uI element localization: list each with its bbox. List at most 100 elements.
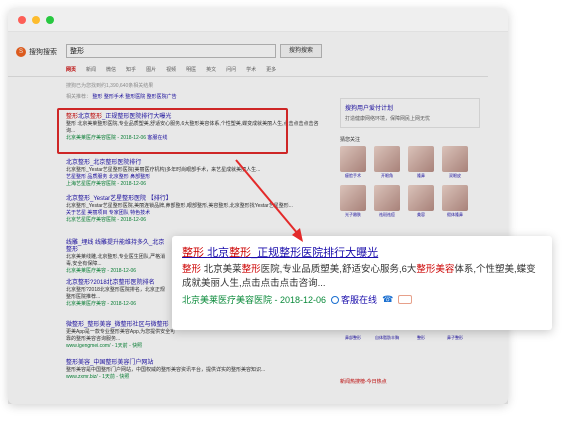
thumb-image [442,185,468,211]
result-count: 搜狗已为您找到约1,390,640条相关结果 [66,83,154,89]
desc-keyword: 整形 [241,264,261,275]
result-description: 整形 北京美莱整形医院,专业品质塑美,舒适安心服务,6大整形美容体系,个性塑美,… [66,121,319,134]
thumb-caption: 祛斑祛痘 [379,212,395,217]
thumb-item[interactable]: 假体隆鼻 [442,185,468,218]
thumb-caption[interactable]: 自体脂肪丰胸 [374,335,400,341]
thumb-image [442,146,468,172]
sidebar-promo-card[interactable]: 搜狗用户爱付计划 打造健康网络环境，保障网民上网无忧 [340,98,480,128]
desc-keyword: 整形 [182,264,202,275]
result-url: 北京美莱医疗美容 - 2018-12-06 [66,268,137,274]
result-description: 北京整形?2018北京整形医院排名，北京正规整形医院推荐... [66,287,165,300]
thumb-caption: 双眼皮 [449,173,461,178]
thumb-image [340,146,366,172]
thumb-caption: 瘦脸手术 [345,173,361,178]
service-online-link[interactable]: 客服在线 [331,293,377,306]
zoom-result-description: 整形 北京美莱整形医院,专业品质塑美,舒适安心服务,6大整形美容体系,个性塑美,… [182,263,542,291]
result-sublinks[interactable]: 关于艺星 美丽项目 专家团队 特色技术 [66,210,321,217]
result-url: 北京美莱医疗美容 - 2018-12-06 [66,301,137,307]
search-result: 整形美容_中国整形美容门户网站 整形美容是中国整形门户网站，中国权威的整形美容资… [66,360,321,381]
thumb-item[interactable]: 瘦脸手术 [340,146,366,179]
search-result: 北京整形_北京整形医院排行 北京整形_Yestar艺星整形医院(美丽医疗机构)多… [66,160,321,188]
phone-icon[interactable]: ☎ [382,294,393,305]
thumb-caption: 隆鼻 [417,173,425,178]
result-title-link[interactable]: 整形北京整形_正规整形医院排行大曝光 [66,114,321,121]
search-input[interactable]: 整形 [66,44,276,58]
tab-academic[interactable]: 学术 [246,66,256,73]
related-item[interactable]: 整形医院广告 [147,94,177,100]
zoom-url-row: 北京美莱医疗美容医院 - 2018-12-06 客服在线 ☎ [182,293,542,306]
thumb-item[interactable]: 祛斑祛痘 [374,185,400,218]
thumb-caption[interactable]: 鼻部整形 [340,335,366,341]
tab-video[interactable]: 视频 [166,66,176,73]
result-description: 北京整形_Yestar艺星整形医院(美丽医疗机构)多年时尚眼部手术，来艺星成就美… [66,167,261,173]
tab-zhihu[interactable]: 知乎 [126,66,136,73]
title-keyword: 整形 [90,114,103,120]
result-title-link[interactable]: 北京整形_北京整形医院排行 [66,160,321,167]
thumb-caption: 假体隆鼻 [447,212,463,217]
thumb-item[interactable]: 隆鼻 [408,146,434,179]
zoom-result-title-link[interactable]: 整形 北京整形_正规整形医院排行大曝光 [182,246,542,260]
thumb-item[interactable]: 美容 [408,185,434,218]
thumb-caption: 光子嫩肤 [345,212,361,217]
thumb-caption[interactable]: 整形 [408,335,434,341]
search-result: 北京整形_Yestar艺星整形医院 【排行】 北京整形_Yestar艺星整形医院… [66,196,321,224]
related-item[interactable]: 整形 [92,94,102,100]
tab-web[interactable]: 网页 [66,66,76,73]
zoomed-result-callout: 整形 北京整形_正规整形医院排行大曝光 整形 北京美莱整形医院,专业品质塑美,舒… [172,236,552,330]
result-title-link[interactable]: 北京整形_Yestar艺星整形医院 【排行】 [66,196,321,203]
thumb-item[interactable]: 双眼皮 [442,146,468,179]
tab-wenwen[interactable]: 问问 [226,66,236,73]
result-url: 上海艺星医疗美容医院 - 2018-12-06 [66,181,147,187]
thumb-caption[interactable]: 鼻子整形 [442,335,468,341]
result-sublinks[interactable]: 艺星整形 品质服务 北京整形 鼻部整形 [66,174,321,181]
title-keyword: 整形 [182,247,204,259]
ad-badge-icon [398,295,413,304]
tab-english[interactable]: 英文 [206,66,216,73]
related-item[interactable]: 整形医院 [125,94,145,100]
tab-news[interactable]: 新闻 [86,66,96,73]
thumb-item[interactable]: 开眼角 [374,146,400,179]
sidebar-section-title: 猜您关注 [340,137,361,143]
thumb-item[interactable]: 光子嫩肤 [340,185,366,218]
logo-text: 搜狗搜索 [29,49,57,56]
close-dot[interactable] [18,16,26,24]
minimize-dot[interactable] [32,16,40,24]
search-result-ad: 整形北京整形_正规整形医院排行大曝光 整形 北京美莱整形医院,专业品质塑美,舒适… [66,114,321,142]
sidebar-thumbs: 瘦脸手术 开眼角 隆鼻 双眼皮 光子嫩肤 祛斑祛痘 美容 假体隆鼻 [340,146,480,218]
result-url: www.zxmr.biz/ - 1天前 - 快照 [66,374,130,380]
thumb-image [408,146,434,172]
tab-divider [8,76,488,77]
browser-titlebar [8,8,508,32]
sogou-logo[interactable]: S 搜狗搜索 [16,47,57,57]
result-title-link[interactable]: 线雕_埋线 线雕提升能维持多久_北京整形 [66,240,166,254]
title-text: _正规整形医院排行大曝光 [102,114,172,120]
related-item[interactable]: 整形手术 [104,94,124,100]
result-title-link[interactable]: 北京整形?2018北京整形医院排名 [66,280,166,287]
result-title-link[interactable]: 微整形_整形美容_微整形社区与微整形 [66,322,176,329]
search-result: 微整形_整形美容_微整形社区与微整形 更美App是一款专业整形美容App,为您提… [66,322,176,350]
hot-news-title[interactable]: 新闻热搜榜-今日热点 [340,378,480,385]
tab-wechat[interactable]: 微信 [106,66,116,73]
result-description: 北京美莱线雕,北京整形,专业医生团队,严格消毒,安全有保障... [66,254,166,267]
tab-more[interactable]: 更多 [266,66,276,73]
promo-title: 搜狗用户爱付计划 [345,106,394,112]
maximize-dot[interactable] [46,16,54,24]
title-keyword: 整形 [229,247,252,259]
tab-images[interactable]: 图片 [146,66,156,73]
result-description: 更美App是一款专业整形美容App,为您提供安全可靠的整形美容咨询服务... [66,329,176,342]
search-button[interactable]: 搜狗搜索 [280,44,322,58]
thumb-image [374,146,400,172]
sogou-logo-icon: S [16,47,26,57]
result-description: 整形美容是中国整形门户网站，中国权威的整形美容资讯平台，提供详实的整形美容知识.… [66,367,266,373]
desc-keyword: 整形美容 [416,264,455,275]
title-text: 北京 [78,114,91,120]
thumb-image [374,185,400,211]
service-online-link[interactable]: 客服在线 [147,135,167,141]
result-url-text: 北京美莱医疗美容医院 - 2018-12-06 [66,135,147,141]
result-title-link[interactable]: 整形美容_中国整形美容门户网站 [66,360,321,367]
tab-medical[interactable]: 明医 [186,66,196,73]
desc-text: 医院,专业品质塑美,舒适安心服务,6大 [260,264,417,275]
service-label: 客服在线 [341,295,378,305]
thumb-caption: 开眼角 [381,173,393,178]
search-tabs: 网页 新闻 微信 知乎 图片 视频 明医 英文 问问 学术 更多 [66,66,276,73]
